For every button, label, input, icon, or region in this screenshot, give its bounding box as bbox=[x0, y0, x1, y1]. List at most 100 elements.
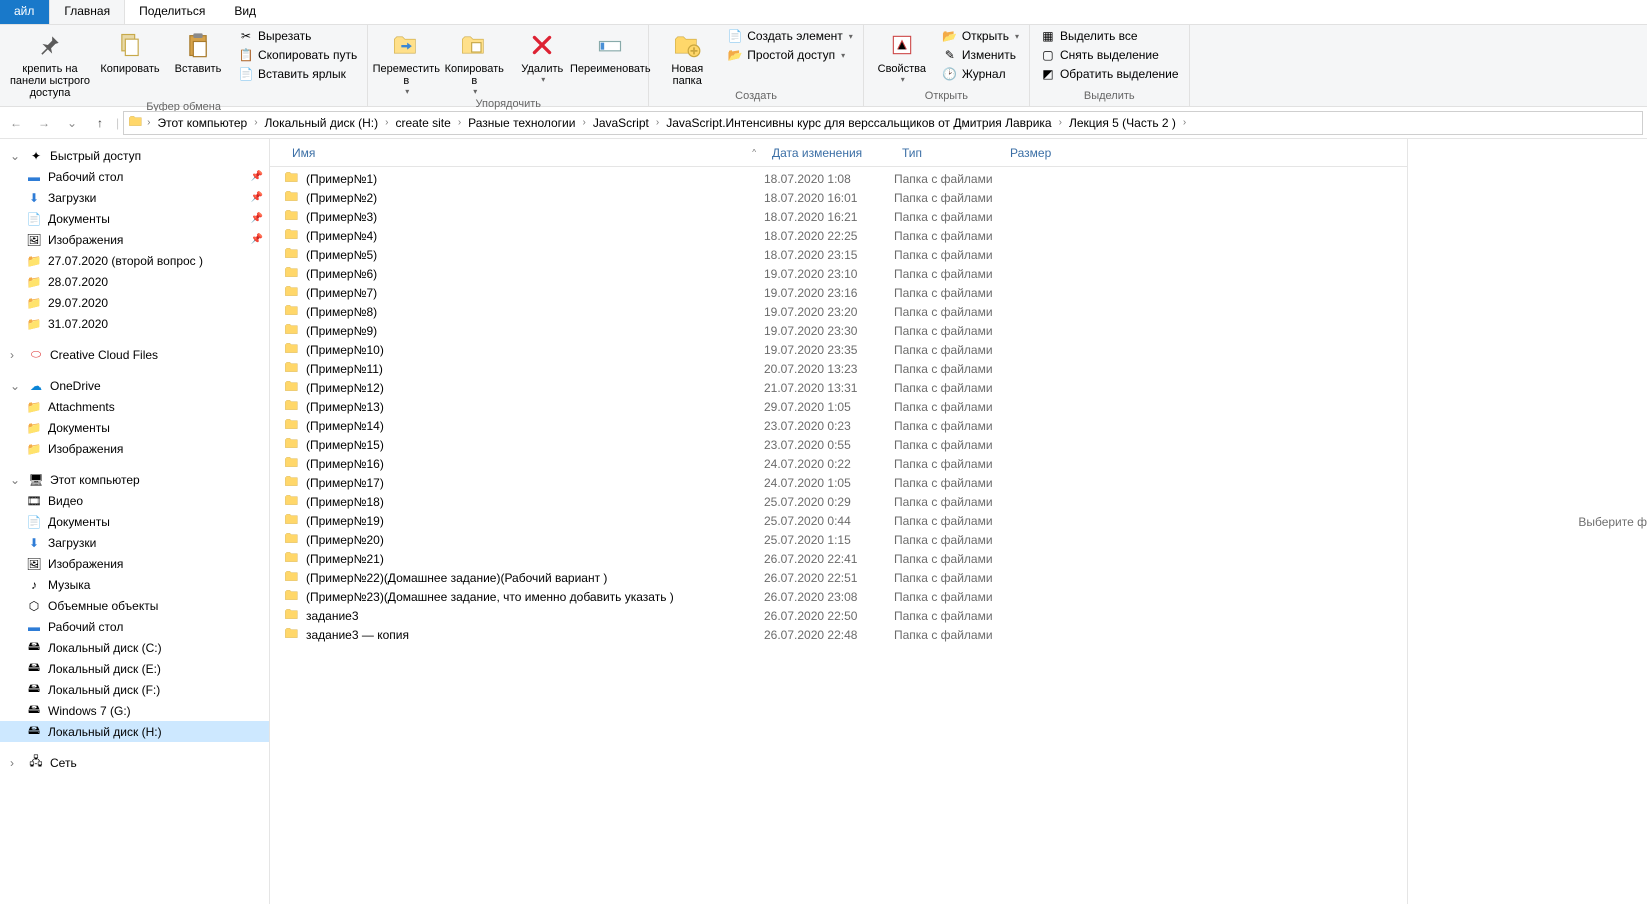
nav-folder[interactable]: 📁28.07.2020 bbox=[0, 271, 269, 292]
nav-tpc-documents[interactable]: 📄Документы bbox=[0, 511, 269, 532]
file-list[interactable]: Имя^ Дата изменения Тип Размер (Пример№1… bbox=[270, 139, 1407, 904]
chevron-right-icon[interactable]: › bbox=[382, 117, 391, 128]
nav-tpc-desktop[interactable]: ▬Рабочий стол bbox=[0, 616, 269, 637]
table-row[interactable]: (Пример№12)21.07.2020 13:31Папка с файла… bbox=[270, 378, 1407, 397]
breadcrumb-item[interactable]: Разные технологии bbox=[464, 114, 579, 132]
delete-button[interactable]: Удалить▾ bbox=[510, 27, 574, 86]
table-row[interactable]: (Пример№5)18.07.2020 23:15Папка с файлам… bbox=[270, 245, 1407, 264]
paste-button[interactable]: Вставить bbox=[166, 27, 230, 77]
nav-network[interactable]: ›🖧Сеть bbox=[0, 752, 269, 773]
table-row[interactable]: (Пример№10)19.07.2020 23:35Папка с файла… bbox=[270, 340, 1407, 359]
breadcrumb-item[interactable]: Лекция 5 (Часть 2 ) bbox=[1065, 114, 1180, 132]
table-row[interactable]: (Пример№2)18.07.2020 16:01Папка с файлам… bbox=[270, 188, 1407, 207]
nav-quick-access[interactable]: ⌄✦Быстрый доступ bbox=[0, 145, 269, 166]
table-row[interactable]: (Пример№23)(Домашнее задание, что именно… bbox=[270, 587, 1407, 606]
chevron-right-icon[interactable]: › bbox=[1180, 117, 1189, 128]
table-row[interactable]: (Пример№22)(Домашнее задание)(Рабочий ва… bbox=[270, 568, 1407, 587]
column-size[interactable]: Размер bbox=[1002, 146, 1082, 160]
easy-access-button[interactable]: 📂Простой доступ▾ bbox=[723, 46, 857, 64]
nav-documents[interactable]: 📄Документы📌 bbox=[0, 208, 269, 229]
tab-share[interactable]: Поделиться bbox=[125, 0, 220, 24]
breadcrumb[interactable]: › Этот компьютер›Локальный диск (H:)›cre… bbox=[123, 111, 1643, 135]
move-to-button[interactable]: Переместить в▾ bbox=[374, 27, 438, 98]
nav-creative-cloud[interactable]: ›⬭Creative Cloud Files bbox=[0, 344, 269, 365]
tab-view[interactable]: Вид bbox=[220, 0, 271, 24]
nav-folder[interactable]: 📁27.07.2020 (второй вопрос ) bbox=[0, 250, 269, 271]
tab-home[interactable]: Главная bbox=[49, 0, 125, 24]
nav-disk-g[interactable]: 🖴Windows 7 (G:) bbox=[0, 700, 269, 721]
table-row[interactable]: задание3 — копия26.07.2020 22:48Папка с … bbox=[270, 625, 1407, 644]
nav-this-pc[interactable]: ⌄🖥Этот компьютер bbox=[0, 469, 269, 490]
nav-onedrive-documents[interactable]: 📁Документы bbox=[0, 417, 269, 438]
column-name[interactable]: Имя^ bbox=[284, 146, 764, 160]
table-row[interactable]: (Пример№4)18.07.2020 22:25Папка с файлам… bbox=[270, 226, 1407, 245]
nav-downloads[interactable]: ⬇Загрузки📌 bbox=[0, 187, 269, 208]
table-row[interactable]: (Пример№13)29.07.2020 1:05Папка с файлам… bbox=[270, 397, 1407, 416]
new-folder-button[interactable]: Новая папка bbox=[655, 27, 719, 89]
table-row[interactable]: (Пример№7)19.07.2020 23:16Папка с файлам… bbox=[270, 283, 1407, 302]
paste-shortcut-button[interactable]: 📄Вставить ярлык bbox=[234, 65, 361, 83]
pin-quickaccess-button[interactable]: крепить на панели ыстрого доступа bbox=[6, 27, 94, 101]
table-row[interactable]: (Пример№21)26.07.2020 22:41Папка с файла… bbox=[270, 549, 1407, 568]
table-row[interactable]: (Пример№15)23.07.2020 0:55Папка с файлам… bbox=[270, 435, 1407, 454]
nav-disk-f[interactable]: 🖴Локальный диск (F:) bbox=[0, 679, 269, 700]
new-item-button[interactable]: 📄Создать элемент▾ bbox=[723, 27, 857, 45]
table-row[interactable]: задание326.07.2020 22:50Папка с файлами bbox=[270, 606, 1407, 625]
nav-disk-c[interactable]: 🖴Локальный диск (C:) bbox=[0, 637, 269, 658]
table-row[interactable]: (Пример№3)18.07.2020 16:21Папка с файлам… bbox=[270, 207, 1407, 226]
invert-selection-button[interactable]: ◩Обратить выделение bbox=[1036, 65, 1183, 83]
nav-forward-button[interactable]: → bbox=[32, 111, 56, 135]
nav-folder[interactable]: 📁31.07.2020 bbox=[0, 313, 269, 334]
nav-up-button[interactable]: ↑ bbox=[88, 111, 112, 135]
breadcrumb-item[interactable]: Этот компьютер bbox=[153, 114, 251, 132]
copy-to-button[interactable]: Копировать в▾ bbox=[442, 27, 506, 98]
column-type[interactable]: Тип bbox=[894, 146, 1002, 160]
nav-disk-h[interactable]: 🖴Локальный диск (H:) bbox=[0, 721, 269, 742]
nav-back-button[interactable]: ← bbox=[4, 111, 28, 135]
table-row[interactable]: (Пример№14)23.07.2020 0:23Папка с файлам… bbox=[270, 416, 1407, 435]
nav-music[interactable]: ♪Музыка bbox=[0, 574, 269, 595]
nav-videos[interactable]: 🎞Видео bbox=[0, 490, 269, 511]
navigation-pane[interactable]: ⌄✦Быстрый доступ ▬Рабочий стол📌 ⬇Загрузк… bbox=[0, 139, 270, 904]
properties-button[interactable]: Свойства▾ bbox=[870, 27, 934, 86]
table-row[interactable]: (Пример№16)24.07.2020 0:22Папка с файлам… bbox=[270, 454, 1407, 473]
chevron-right-icon[interactable]: › bbox=[579, 117, 588, 128]
nav-tpc-downloads[interactable]: ⬇Загрузки bbox=[0, 532, 269, 553]
tab-file[interactable]: айл bbox=[0, 0, 49, 24]
nav-onedrive-attachments[interactable]: 📁Attachments bbox=[0, 396, 269, 417]
table-row[interactable]: (Пример№18)25.07.2020 0:29Папка с файлам… bbox=[270, 492, 1407, 511]
cut-button[interactable]: ✂Вырезать bbox=[234, 27, 361, 45]
table-row[interactable]: (Пример№6)19.07.2020 23:10Папка с файлам… bbox=[270, 264, 1407, 283]
table-row[interactable]: (Пример№8)19.07.2020 23:20Папка с файлам… bbox=[270, 302, 1407, 321]
table-row[interactable]: (Пример№17)24.07.2020 1:05Папка с файлам… bbox=[270, 473, 1407, 492]
select-all-button[interactable]: ▦Выделить все bbox=[1036, 27, 1183, 45]
column-date[interactable]: Дата изменения bbox=[764, 146, 894, 160]
chevron-right-icon[interactable]: › bbox=[251, 117, 260, 128]
copy-path-button[interactable]: 📋Скопировать путь bbox=[234, 46, 361, 64]
open-button[interactable]: 📂Открыть▾ bbox=[938, 27, 1023, 45]
chevron-right-icon[interactable]: › bbox=[455, 117, 464, 128]
nav-onedrive[interactable]: ⌄☁OneDrive bbox=[0, 375, 269, 396]
nav-recent-button[interactable]: ⌄ bbox=[60, 111, 84, 135]
nav-folder[interactable]: 📁29.07.2020 bbox=[0, 292, 269, 313]
table-row[interactable]: (Пример№1)18.07.2020 1:08Папка с файлами bbox=[270, 169, 1407, 188]
chevron-right-icon[interactable]: › bbox=[653, 117, 662, 128]
nav-3d-objects[interactable]: ⬡Объемные объекты bbox=[0, 595, 269, 616]
nav-onedrive-pictures[interactable]: 📁Изображения bbox=[0, 438, 269, 459]
breadcrumb-item[interactable]: Локальный диск (H:) bbox=[261, 114, 383, 132]
breadcrumb-item[interactable]: create site bbox=[391, 114, 454, 132]
chevron-right-icon[interactable]: › bbox=[1056, 117, 1065, 128]
breadcrumb-item[interactable]: JavaScript bbox=[589, 114, 653, 132]
nav-disk-e[interactable]: 🖴Локальный диск (E:) bbox=[0, 658, 269, 679]
edit-button[interactable]: ✎Изменить bbox=[938, 46, 1023, 64]
nav-tpc-pictures[interactable]: 🖼Изображения bbox=[0, 553, 269, 574]
chevron-right-icon[interactable]: › bbox=[144, 117, 153, 128]
select-none-button[interactable]: ▢Снять выделение bbox=[1036, 46, 1183, 64]
table-row[interactable]: (Пример№9)19.07.2020 23:30Папка с файлам… bbox=[270, 321, 1407, 340]
nav-desktop[interactable]: ▬Рабочий стол📌 bbox=[0, 166, 269, 187]
rename-button[interactable]: Переименовать bbox=[578, 27, 642, 77]
copy-button[interactable]: Копировать bbox=[98, 27, 162, 77]
history-button[interactable]: 🕑Журнал bbox=[938, 65, 1023, 83]
table-row[interactable]: (Пример№11)20.07.2020 13:23Папка с файла… bbox=[270, 359, 1407, 378]
breadcrumb-item[interactable]: JavaScript.Интенсивны курс для версcальщ… bbox=[662, 114, 1055, 132]
